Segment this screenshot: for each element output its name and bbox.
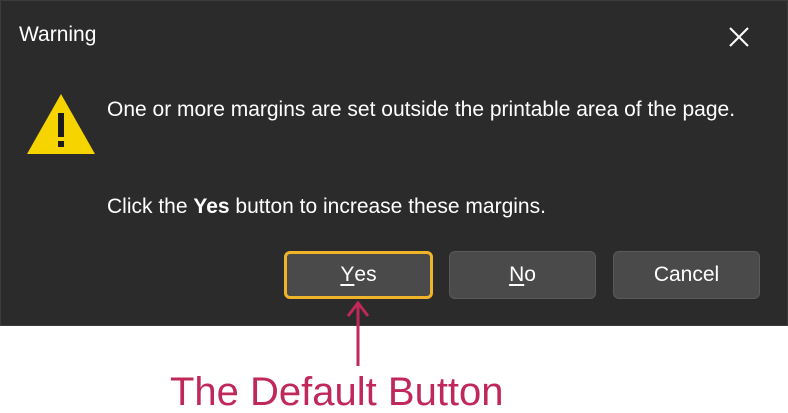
annotation-arrow-icon bbox=[346, 300, 370, 366]
instruction-bold-yes: Yes bbox=[193, 195, 230, 218]
cancel-button[interactable]: Cancel bbox=[613, 251, 760, 299]
instruction-message: Click the Yes button to increase these m… bbox=[107, 190, 546, 224]
yes-button[interactable]: Yes bbox=[284, 251, 433, 299]
no-button[interactable]: No bbox=[449, 251, 596, 299]
annotation-label: The Default Button bbox=[170, 370, 504, 413]
yes-label-rest: es bbox=[354, 263, 377, 286]
dialog-title: Warning bbox=[19, 23, 97, 46]
yes-mnemonic: Y bbox=[340, 263, 355, 286]
warning-message: One or more margins are set outside the … bbox=[107, 98, 736, 121]
instruction-prefix: Click the bbox=[107, 195, 194, 218]
close-icon[interactable] bbox=[723, 21, 755, 53]
warning-dialog: Warning One or more margins are set outs… bbox=[0, 0, 788, 326]
warning-triangle-icon bbox=[27, 94, 95, 154]
no-mnemonic: N bbox=[509, 263, 525, 286]
no-label-rest: o bbox=[524, 263, 536, 286]
instruction-suffix: button to increase these margins. bbox=[229, 195, 546, 218]
